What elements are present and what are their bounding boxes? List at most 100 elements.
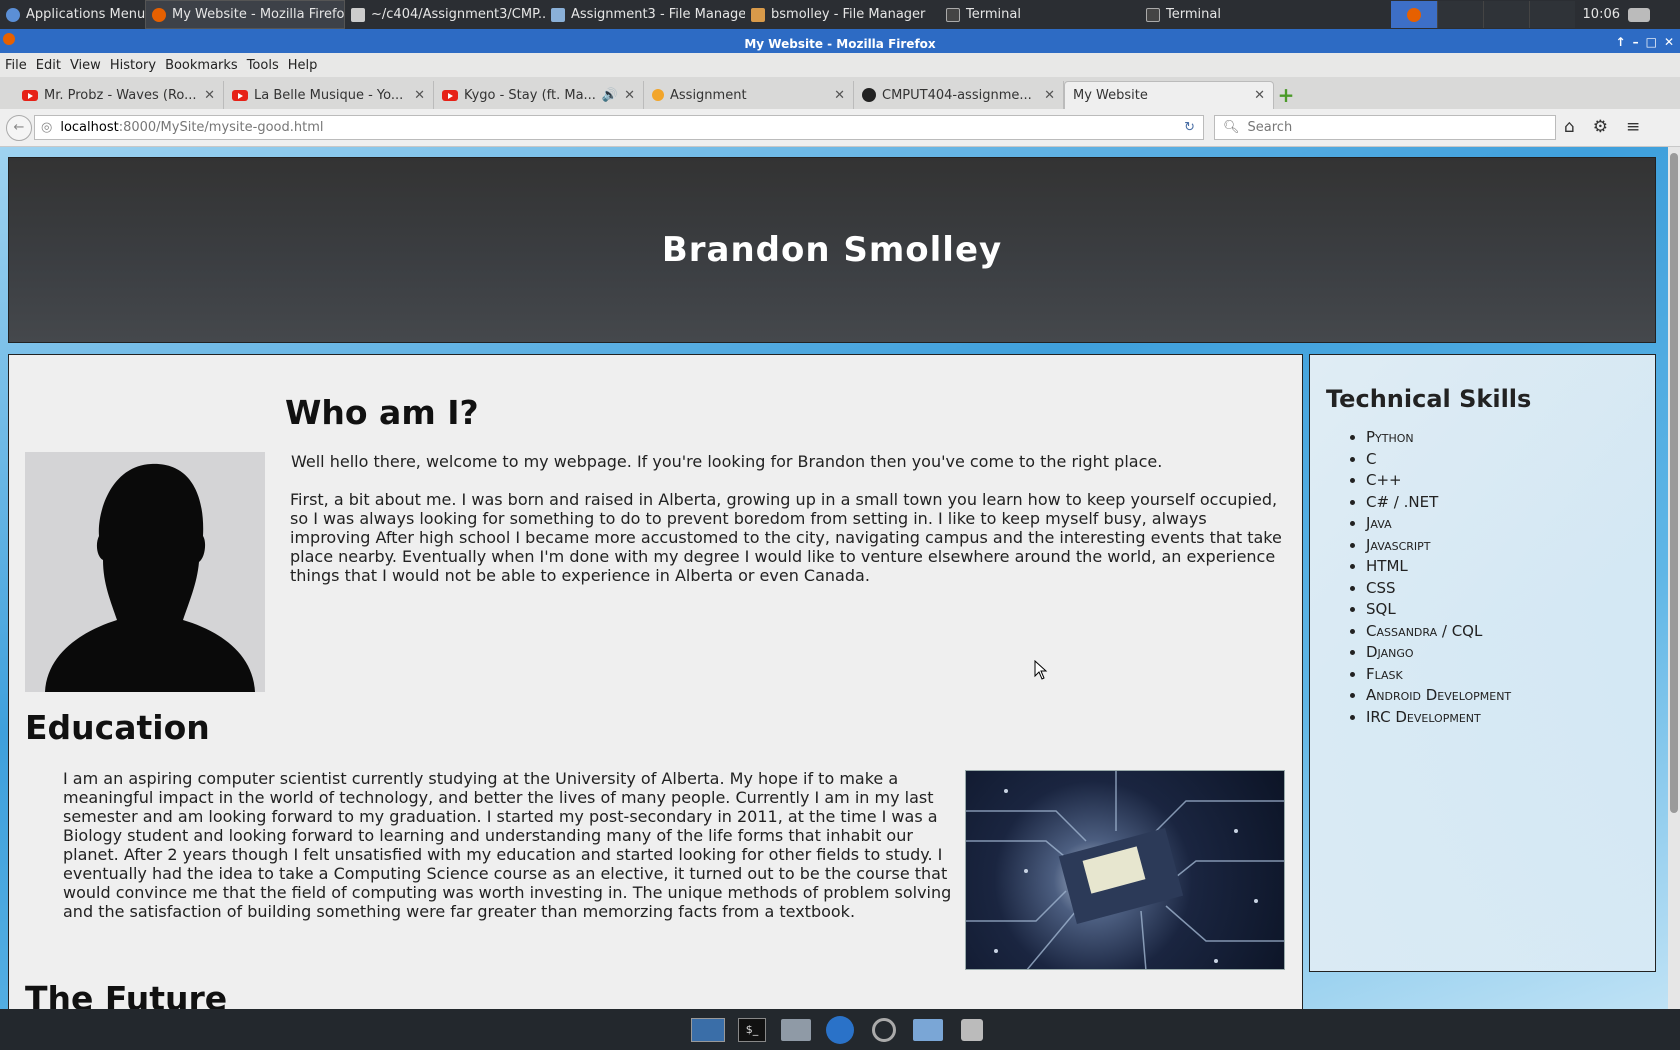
education-heading: Education	[25, 708, 210, 747]
tab-close-icon[interactable]: ✕	[414, 88, 425, 103]
tab-assignment[interactable]: Assignment ✕	[644, 81, 854, 109]
menu-history[interactable]: History	[110, 58, 156, 73]
menu-help[interactable]: Help	[288, 58, 318, 73]
minimize-icon[interactable]: –	[1633, 35, 1639, 49]
workspace-2[interactable]	[1436, 1, 1483, 28]
home-folder-icon	[751, 7, 765, 22]
back-button[interactable]: ←	[6, 114, 32, 141]
workspace-switcher[interactable]	[1390, 0, 1575, 29]
arrow-left-icon: ←	[13, 120, 25, 135]
skill-item: Cassandra / CQL	[1366, 621, 1655, 643]
app-finder-icon[interactable]	[864, 1012, 904, 1048]
circuit-board-image	[965, 770, 1285, 970]
workspace-4[interactable]	[1528, 1, 1575, 28]
gear-icon[interactable]: ⚙	[1593, 117, 1608, 137]
firefox-icon	[1406, 7, 1421, 22]
skill-item: C++	[1366, 470, 1655, 492]
page-scrollbar[interactable]	[1668, 147, 1680, 1009]
tab-label: Mr. Probz - Waves (Ro...	[44, 87, 197, 103]
skill-item: Flask	[1366, 664, 1655, 686]
clock[interactable]: 10:06	[1575, 7, 1628, 22]
show-desktop-icon[interactable]	[688, 1012, 728, 1048]
taskbar-item-terminal-2[interactable]: Terminal	[1140, 0, 1340, 29]
tab-youtube-kygo[interactable]: Kygo - Stay (ft. Ma... 🔊 ✕	[434, 81, 644, 109]
home-icon[interactable]: ⌂	[1564, 117, 1575, 137]
applications-menu-label: Applications Menu	[26, 7, 145, 22]
workspace-1[interactable]	[1390, 1, 1437, 28]
reload-icon[interactable]: ↻	[1184, 120, 1195, 135]
youtube-icon	[442, 89, 458, 101]
bottom-dock: $_	[0, 1009, 1680, 1050]
menu-file[interactable]: File	[5, 58, 27, 73]
tab-youtube-belle-musique[interactable]: La Belle Musique - Yo... ✕	[224, 81, 434, 109]
taskbar-item-label: Assignment3 - File Manager	[571, 7, 745, 22]
new-tab-button[interactable]: +	[1274, 81, 1298, 109]
taskbar-item-file-manager[interactable]: Assignment3 - File Manager	[545, 0, 745, 29]
profile-silhouette-image	[25, 452, 265, 692]
youtube-icon	[232, 89, 248, 101]
site-title: Brandon Smolley	[661, 230, 1003, 270]
page-viewport: Brandon Smolley Who am I? Well hello the…	[0, 147, 1668, 1009]
scrollbar-thumb[interactable]	[1670, 153, 1678, 813]
future-heading: The Future	[25, 979, 228, 1009]
terminal-icon[interactable]: $_	[732, 1012, 772, 1048]
lock-icon[interactable]	[952, 1012, 992, 1048]
speaker-icon[interactable]: 🔊	[602, 88, 618, 103]
tab-close-icon[interactable]: ✕	[1044, 88, 1055, 103]
mouse-cursor	[1034, 659, 1048, 684]
folder-icon[interactable]	[908, 1012, 948, 1048]
tab-close-icon[interactable]: ✕	[204, 88, 215, 103]
close-icon[interactable]: ✕	[1664, 35, 1674, 49]
maximize-icon[interactable]: □	[1646, 35, 1657, 49]
workspace-3[interactable]	[1482, 1, 1529, 28]
tab-strip: Mr. Probz - Waves (Ro... ✕ La Belle Musi…	[0, 77, 1680, 109]
site-info-icon[interactable]: ◎	[41, 120, 52, 135]
skill-item: Python	[1366, 427, 1655, 449]
system-tray: 10:06	[1390, 0, 1680, 29]
tab-label: CMPUT404-assignme...	[882, 87, 1032, 103]
taskbar-item-terminal[interactable]: Terminal	[940, 0, 1140, 29]
tab-close-icon[interactable]: ✕	[624, 88, 635, 103]
hamburger-menu-icon[interactable]: ≡	[1626, 117, 1640, 137]
tab-my-website[interactable]: My Website ✕	[1064, 81, 1274, 109]
taskbar-item-label: Terminal	[1166, 7, 1221, 22]
plus-icon: +	[1277, 83, 1295, 107]
tab-label: Kygo - Stay (ft. Ma...	[464, 87, 596, 103]
always-on-top-icon[interactable]: ↑	[1616, 35, 1626, 49]
network-icon[interactable]	[1628, 7, 1650, 22]
menu-bookmarks[interactable]: Bookmarks	[165, 58, 238, 73]
terminal-icon	[946, 7, 960, 22]
who-paragraph-2: First, a bit about me. I was born and ra…	[290, 490, 1282, 585]
tab-close-icon[interactable]: ✕	[1254, 88, 1265, 103]
skill-item: SQL	[1366, 599, 1655, 621]
tab-close-icon[interactable]: ✕	[834, 88, 845, 103]
tab-github[interactable]: CMPUT404-assignme... ✕	[854, 81, 1064, 109]
menu-view[interactable]: View	[70, 58, 101, 73]
terminal-icon	[1146, 7, 1160, 22]
menu-tools[interactable]: Tools	[247, 58, 279, 73]
main-content: Who am I? Well hello there, welcome to m…	[8, 354, 1303, 1009]
firefox-icon	[3, 33, 15, 45]
tab-youtube-waves[interactable]: Mr. Probz - Waves (Ro... ✕	[14, 81, 224, 109]
taskbar-item-editor[interactable]: ~/c404/Assignment3/CMP...	[345, 0, 545, 29]
skill-item: C	[1366, 449, 1655, 471]
who-heading: Who am I?	[285, 393, 479, 432]
skill-item: HTML	[1366, 556, 1655, 578]
folder-icon	[551, 7, 565, 22]
url-bar[interactable]: ◎ localhost:8000/MySite/mysite-good.html…	[34, 115, 1204, 140]
skills-sidebar: Technical Skills Python C C++ C# / .NET …	[1309, 354, 1656, 972]
taskbar-item-file-manager-home[interactable]: bsmolley - File Manager	[745, 0, 940, 29]
menu-edit[interactable]: Edit	[36, 58, 61, 73]
search-placeholder: Search	[1247, 120, 1293, 135]
web-browser-icon[interactable]	[820, 1012, 860, 1048]
xfce-logo-icon	[6, 7, 20, 22]
search-input[interactable]: 🔍︎ Search	[1214, 115, 1556, 140]
home-folder-icon[interactable]	[776, 1012, 816, 1048]
eclass-icon	[652, 89, 664, 101]
skills-heading: Technical Skills	[1326, 385, 1532, 413]
taskbar-item-firefox[interactable]: My Website - Mozilla Firefox	[145, 0, 345, 29]
who-paragraph-1: Well hello there, welcome to my webpage.…	[291, 452, 1163, 471]
tab-label: Assignment	[670, 87, 747, 103]
applications-menu-button[interactable]: Applications Menu ⬅	[0, 0, 145, 29]
skill-item: Django	[1366, 642, 1655, 664]
